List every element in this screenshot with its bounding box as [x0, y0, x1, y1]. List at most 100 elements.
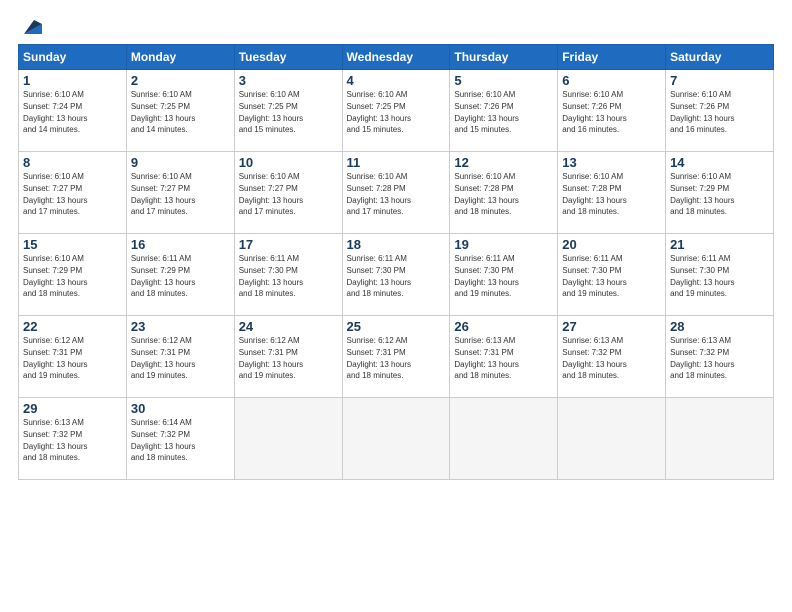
day-info: Sunrise: 6:10 AMSunset: 7:25 PMDaylight:…	[239, 90, 303, 134]
day-number: 15	[23, 237, 122, 252]
calendar-cell: 23 Sunrise: 6:12 AMSunset: 7:31 PMDaylig…	[126, 316, 234, 398]
calendar-cell	[558, 398, 666, 480]
day-number: 13	[562, 155, 661, 170]
calendar-cell: 6 Sunrise: 6:10 AMSunset: 7:26 PMDayligh…	[558, 70, 666, 152]
day-number: 5	[454, 73, 553, 88]
day-info: Sunrise: 6:12 AMSunset: 7:31 PMDaylight:…	[347, 336, 411, 380]
calendar-cell: 20 Sunrise: 6:11 AMSunset: 7:30 PMDaylig…	[558, 234, 666, 316]
calendar-cell: 17 Sunrise: 6:11 AMSunset: 7:30 PMDaylig…	[234, 234, 342, 316]
calendar-cell: 18 Sunrise: 6:11 AMSunset: 7:30 PMDaylig…	[342, 234, 450, 316]
weekday-header: Friday	[558, 45, 666, 70]
day-info: Sunrise: 6:12 AMSunset: 7:31 PMDaylight:…	[131, 336, 195, 380]
day-number: 12	[454, 155, 553, 170]
day-number: 27	[562, 319, 661, 334]
calendar-cell: 26 Sunrise: 6:13 AMSunset: 7:31 PMDaylig…	[450, 316, 558, 398]
day-number: 26	[454, 319, 553, 334]
day-number: 19	[454, 237, 553, 252]
calendar-cell: 30 Sunrise: 6:14 AMSunset: 7:32 PMDaylig…	[126, 398, 234, 480]
calendar-cell: 12 Sunrise: 6:10 AMSunset: 7:28 PMDaylig…	[450, 152, 558, 234]
day-info: Sunrise: 6:10 AMSunset: 7:26 PMDaylight:…	[670, 90, 734, 134]
day-info: Sunrise: 6:13 AMSunset: 7:32 PMDaylight:…	[562, 336, 626, 380]
calendar-cell	[342, 398, 450, 480]
day-info: Sunrise: 6:10 AMSunset: 7:28 PMDaylight:…	[454, 172, 518, 216]
day-info: Sunrise: 6:11 AMSunset: 7:30 PMDaylight:…	[347, 254, 411, 298]
day-number: 7	[670, 73, 769, 88]
calendar-cell: 21 Sunrise: 6:11 AMSunset: 7:30 PMDaylig…	[666, 234, 774, 316]
calendar-cell: 10 Sunrise: 6:10 AMSunset: 7:27 PMDaylig…	[234, 152, 342, 234]
day-number: 6	[562, 73, 661, 88]
day-info: Sunrise: 6:13 AMSunset: 7:32 PMDaylight:…	[670, 336, 734, 380]
day-number: 20	[562, 237, 661, 252]
day-number: 30	[131, 401, 230, 416]
day-number: 16	[131, 237, 230, 252]
logo	[18, 16, 42, 34]
day-number: 25	[347, 319, 446, 334]
day-info: Sunrise: 6:11 AMSunset: 7:30 PMDaylight:…	[239, 254, 303, 298]
day-info: Sunrise: 6:11 AMSunset: 7:30 PMDaylight:…	[454, 254, 518, 298]
calendar-cell	[450, 398, 558, 480]
calendar-cell: 28 Sunrise: 6:13 AMSunset: 7:32 PMDaylig…	[666, 316, 774, 398]
calendar-cell: 14 Sunrise: 6:10 AMSunset: 7:29 PMDaylig…	[666, 152, 774, 234]
day-number: 9	[131, 155, 230, 170]
day-info: Sunrise: 6:10 AMSunset: 7:29 PMDaylight:…	[23, 254, 87, 298]
calendar-cell: 19 Sunrise: 6:11 AMSunset: 7:30 PMDaylig…	[450, 234, 558, 316]
weekday-header: Tuesday	[234, 45, 342, 70]
day-number: 17	[239, 237, 338, 252]
calendar-cell: 13 Sunrise: 6:10 AMSunset: 7:28 PMDaylig…	[558, 152, 666, 234]
day-number: 23	[131, 319, 230, 334]
day-info: Sunrise: 6:10 AMSunset: 7:26 PMDaylight:…	[454, 90, 518, 134]
day-info: Sunrise: 6:12 AMSunset: 7:31 PMDaylight:…	[23, 336, 87, 380]
day-info: Sunrise: 6:11 AMSunset: 7:30 PMDaylight:…	[670, 254, 734, 298]
calendar-cell: 29 Sunrise: 6:13 AMSunset: 7:32 PMDaylig…	[19, 398, 127, 480]
calendar-cell: 24 Sunrise: 6:12 AMSunset: 7:31 PMDaylig…	[234, 316, 342, 398]
day-info: Sunrise: 6:10 AMSunset: 7:29 PMDaylight:…	[670, 172, 734, 216]
calendar-cell	[666, 398, 774, 480]
day-number: 22	[23, 319, 122, 334]
day-info: Sunrise: 6:13 AMSunset: 7:32 PMDaylight:…	[23, 418, 87, 462]
day-number: 8	[23, 155, 122, 170]
day-number: 24	[239, 319, 338, 334]
calendar-cell: 15 Sunrise: 6:10 AMSunset: 7:29 PMDaylig…	[19, 234, 127, 316]
day-number: 21	[670, 237, 769, 252]
calendar-cell: 7 Sunrise: 6:10 AMSunset: 7:26 PMDayligh…	[666, 70, 774, 152]
calendar-cell: 11 Sunrise: 6:10 AMSunset: 7:28 PMDaylig…	[342, 152, 450, 234]
day-number: 4	[347, 73, 446, 88]
day-number: 14	[670, 155, 769, 170]
day-info: Sunrise: 6:10 AMSunset: 7:25 PMDaylight:…	[347, 90, 411, 134]
day-number: 11	[347, 155, 446, 170]
calendar-cell: 27 Sunrise: 6:13 AMSunset: 7:32 PMDaylig…	[558, 316, 666, 398]
day-info: Sunrise: 6:10 AMSunset: 7:26 PMDaylight:…	[562, 90, 626, 134]
calendar-cell: 3 Sunrise: 6:10 AMSunset: 7:25 PMDayligh…	[234, 70, 342, 152]
day-number: 2	[131, 73, 230, 88]
day-number: 10	[239, 155, 338, 170]
day-info: Sunrise: 6:10 AMSunset: 7:25 PMDaylight:…	[131, 90, 195, 134]
weekday-header: Sunday	[19, 45, 127, 70]
calendar-cell: 25 Sunrise: 6:12 AMSunset: 7:31 PMDaylig…	[342, 316, 450, 398]
day-info: Sunrise: 6:10 AMSunset: 7:27 PMDaylight:…	[239, 172, 303, 216]
day-info: Sunrise: 6:10 AMSunset: 7:28 PMDaylight:…	[562, 172, 626, 216]
day-info: Sunrise: 6:11 AMSunset: 7:29 PMDaylight:…	[131, 254, 195, 298]
calendar-cell: 1 Sunrise: 6:10 AMSunset: 7:24 PMDayligh…	[19, 70, 127, 152]
calendar-cell	[234, 398, 342, 480]
day-info: Sunrise: 6:13 AMSunset: 7:31 PMDaylight:…	[454, 336, 518, 380]
day-number: 28	[670, 319, 769, 334]
logo-icon	[20, 16, 42, 38]
day-info: Sunrise: 6:10 AMSunset: 7:27 PMDaylight:…	[23, 172, 87, 216]
calendar-cell: 22 Sunrise: 6:12 AMSunset: 7:31 PMDaylig…	[19, 316, 127, 398]
calendar-cell: 4 Sunrise: 6:10 AMSunset: 7:25 PMDayligh…	[342, 70, 450, 152]
day-info: Sunrise: 6:11 AMSunset: 7:30 PMDaylight:…	[562, 254, 626, 298]
day-info: Sunrise: 6:12 AMSunset: 7:31 PMDaylight:…	[239, 336, 303, 380]
calendar-cell: 2 Sunrise: 6:10 AMSunset: 7:25 PMDayligh…	[126, 70, 234, 152]
weekday-header: Saturday	[666, 45, 774, 70]
day-info: Sunrise: 6:14 AMSunset: 7:32 PMDaylight:…	[131, 418, 195, 462]
calendar-cell: 16 Sunrise: 6:11 AMSunset: 7:29 PMDaylig…	[126, 234, 234, 316]
calendar-cell: 9 Sunrise: 6:10 AMSunset: 7:27 PMDayligh…	[126, 152, 234, 234]
day-info: Sunrise: 6:10 AMSunset: 7:27 PMDaylight:…	[131, 172, 195, 216]
day-info: Sunrise: 6:10 AMSunset: 7:28 PMDaylight:…	[347, 172, 411, 216]
calendar-cell: 8 Sunrise: 6:10 AMSunset: 7:27 PMDayligh…	[19, 152, 127, 234]
weekday-header: Monday	[126, 45, 234, 70]
day-number: 18	[347, 237, 446, 252]
day-number: 29	[23, 401, 122, 416]
day-number: 3	[239, 73, 338, 88]
weekday-header: Thursday	[450, 45, 558, 70]
